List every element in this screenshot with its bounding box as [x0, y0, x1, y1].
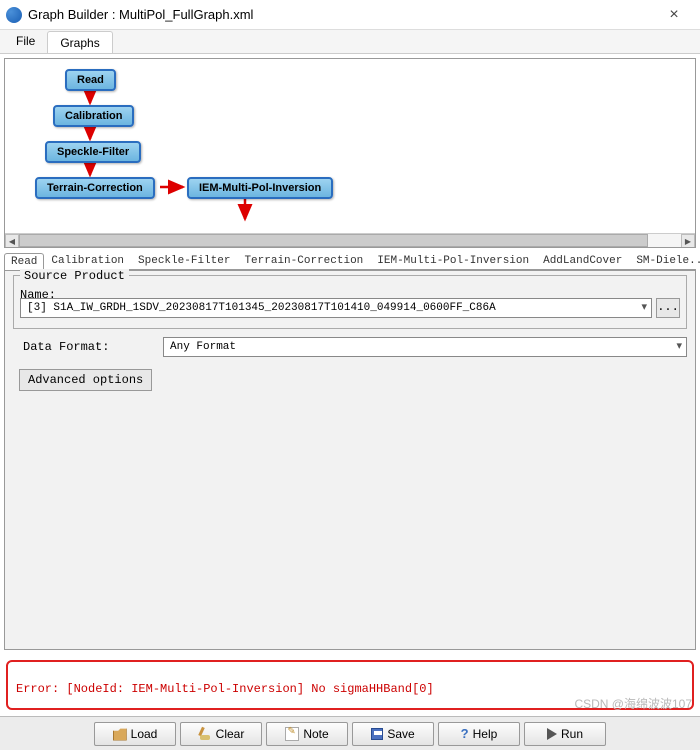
- tab-terrain-correction[interactable]: Terrain-Correction: [237, 252, 370, 269]
- scroll-track[interactable]: [19, 234, 681, 247]
- tab-iem-multi-pol-inversion[interactable]: IEM-Multi-Pol-Inversion: [370, 252, 536, 269]
- help-button[interactable]: ? Help: [438, 722, 520, 746]
- note-label: Note: [303, 727, 328, 741]
- properties-panel: Source Product Name: [3] S1A_IW_GRDH_1SD…: [4, 270, 696, 650]
- watermark-text: CSDN @海绵波波107: [574, 695, 692, 712]
- save-button[interactable]: Save: [352, 722, 434, 746]
- footer-toolbar: Load Clear Note Save ? Help Run: [0, 716, 700, 750]
- node-tabs: Read Calibration Speckle-Filter Terrain-…: [4, 250, 696, 270]
- save-icon: [371, 728, 383, 740]
- clear-button[interactable]: Clear: [180, 722, 262, 746]
- scroll-right-button[interactable]: ▶: [681, 234, 695, 248]
- clear-label: Clear: [216, 727, 245, 741]
- help-icon: ?: [461, 727, 469, 741]
- node-terrain-correction[interactable]: Terrain-Correction: [35, 177, 155, 199]
- help-label: Help: [473, 727, 498, 741]
- scroll-left-button[interactable]: ◀: [5, 234, 19, 248]
- data-format-label: Data Format:: [23, 340, 163, 354]
- tab-read[interactable]: Read: [4, 253, 44, 270]
- scroll-thumb[interactable]: [19, 234, 648, 247]
- broom-icon: [198, 727, 212, 741]
- tab-addlandcover[interactable]: AddLandCover: [536, 252, 629, 269]
- node-read[interactable]: Read: [65, 69, 116, 91]
- tab-calibration[interactable]: Calibration: [44, 252, 131, 269]
- titlebar: Graph Builder : MultiPol_FullGraph.xml ×: [0, 0, 700, 30]
- error-message: Error: [NodeId: IEM-Multi-Pol-Inversion]…: [16, 682, 684, 696]
- tab-sm-diele[interactable]: SM-Diele...: [629, 252, 700, 269]
- canvas-hscrollbar[interactable]: ◀ ▶: [5, 233, 695, 247]
- data-format-combo[interactable]: Any Format: [163, 337, 687, 357]
- node-iem-multi-pol-inversion[interactable]: IEM-Multi-Pol-Inversion: [187, 177, 333, 199]
- source-name-combo[interactable]: [3] S1A_IW_GRDH_1SDV_20230817T101345_202…: [20, 298, 652, 318]
- graph-canvas-container: Read Calibration Speckle-Filter Terrain-…: [4, 58, 696, 248]
- advanced-options-button[interactable]: Advanced options: [19, 369, 152, 391]
- menu-file[interactable]: File: [4, 30, 47, 53]
- note-button[interactable]: Note: [266, 722, 348, 746]
- menubar: File Graphs: [0, 30, 700, 54]
- run-button[interactable]: Run: [524, 722, 606, 746]
- note-icon: [285, 727, 299, 741]
- close-button[interactable]: ×: [654, 1, 694, 29]
- save-label: Save: [387, 727, 414, 741]
- source-product-fieldset: Source Product Name: [3] S1A_IW_GRDH_1SD…: [13, 275, 687, 329]
- window-title: Graph Builder : MultiPol_FullGraph.xml: [28, 7, 654, 22]
- run-label: Run: [561, 727, 583, 741]
- graph-canvas[interactable]: Read Calibration Speckle-Filter Terrain-…: [5, 59, 696, 234]
- load-button[interactable]: Load: [94, 722, 176, 746]
- folder-icon: [113, 727, 127, 741]
- load-label: Load: [131, 727, 158, 741]
- browse-button[interactable]: ...: [656, 298, 680, 318]
- play-icon: [547, 728, 557, 740]
- app-icon: [6, 7, 22, 23]
- node-speckle-filter[interactable]: Speckle-Filter: [45, 141, 141, 163]
- tab-speckle-filter[interactable]: Speckle-Filter: [131, 252, 237, 269]
- menu-graphs[interactable]: Graphs: [47, 31, 112, 53]
- source-product-legend: Source Product: [20, 269, 129, 283]
- node-calibration[interactable]: Calibration: [53, 105, 134, 127]
